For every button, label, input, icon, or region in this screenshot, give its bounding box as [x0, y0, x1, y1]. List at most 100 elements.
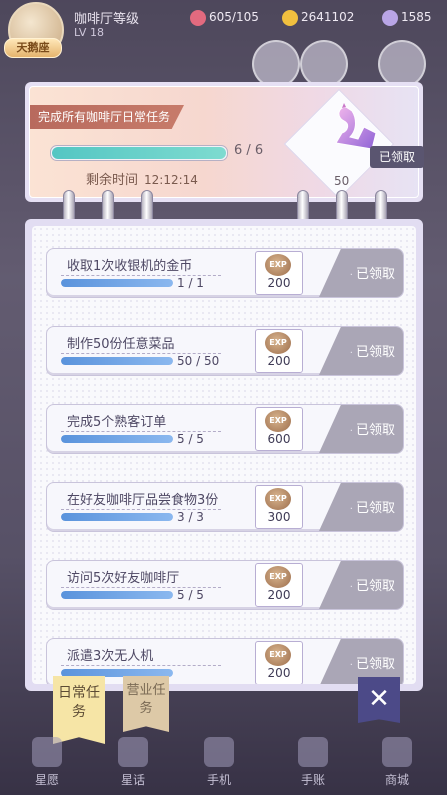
gold-coin-icon: [282, 9, 298, 26]
phone-icon: [204, 737, 234, 767]
notebook-icon: [298, 737, 328, 767]
rank-badge: 天鹅座: [4, 38, 62, 58]
achievement-icon[interactable]: [300, 40, 348, 88]
summary-panel: 完成所有咖啡厅日常任务 6 / 6 剩余时间 12:12:14 50 已领取: [29, 86, 424, 200]
nav-label: 商城: [384, 773, 409, 787]
claimed-status: · 已领取: [350, 263, 395, 282]
exp-reward: EXP 200: [255, 251, 303, 295]
star-talk-icon: [118, 737, 148, 767]
task-item: 制作50份任意菜品 50 / 50 EXP 200 · 已领取: [46, 326, 404, 376]
exp-coin-icon: EXP: [265, 332, 291, 354]
exp-reward: EXP 200: [255, 329, 303, 373]
task-progress-text: 3 / 3: [177, 510, 204, 524]
star-wish-icon: [32, 737, 62, 767]
exp-reward: EXP 200: [255, 563, 303, 607]
bottom-nav: 星愿 星话 手机 手账 商城: [0, 735, 447, 795]
resource-gem[interactable]: 1585: [382, 8, 432, 26]
task-progress-text: 5 / 5: [177, 588, 204, 602]
task-item: 完成5个熟客订单 5 / 5 EXP 600 · 已领取: [46, 404, 404, 454]
resource-gold[interactable]: 2641102: [282, 8, 354, 26]
task-name: 派遣3次无人机: [67, 649, 154, 664]
exp-amount: 200: [267, 666, 291, 680]
nav-notebook[interactable]: 手账: [278, 735, 348, 795]
task-name: 完成5个熟客订单: [67, 415, 167, 430]
claimed-label: 已领取: [355, 657, 395, 672]
exp-amount: 300: [267, 510, 291, 524]
task-name: 在好友咖啡厅品尝食物3份: [67, 493, 219, 508]
claimed-label: 已领取: [355, 579, 395, 594]
task-progress-bar: [61, 279, 173, 287]
remaining-time: 剩余时间 12:12:14: [86, 169, 198, 188]
nav-star-talk[interactable]: 星话: [98, 735, 168, 795]
shop-icon: [382, 737, 412, 767]
exp-reward: EXP 600: [255, 407, 303, 451]
top-bar: 天鹅座 咖啡厅等级 LV 18 605/105 2641102 1585: [0, 0, 447, 88]
shop-stall-icon[interactable]: [378, 40, 426, 88]
nav-label: 手账: [300, 773, 325, 787]
exp-amount: 600: [267, 432, 291, 446]
claimed-label: 已领取: [355, 423, 395, 438]
task-item: 在好友咖啡厅品尝食物3份 3 / 3 EXP 300 · 已领取: [46, 482, 404, 532]
nav-phone[interactable]: 手机: [184, 735, 254, 795]
gem-icon: [382, 9, 398, 26]
nav-shop[interactable]: 商城: [362, 735, 432, 795]
energy-icon: [190, 9, 206, 26]
task-progress-bar: [61, 435, 173, 443]
dot-icon: ·: [349, 660, 353, 671]
summary-title: 完成所有咖啡厅日常任务: [30, 105, 185, 129]
claimed-label: 已领取: [355, 501, 395, 516]
exp-coin-icon: EXP: [265, 254, 291, 276]
cafe-level-value: LV 18: [74, 26, 104, 39]
task-divider: [61, 665, 221, 666]
claimed-status: · 已领取: [350, 497, 395, 516]
exp-reward: EXP 300: [255, 485, 303, 529]
task-progress-text: 1 / 1: [177, 276, 204, 290]
dot-icon: ·: [349, 426, 353, 437]
friends-icon[interactable]: [252, 40, 300, 88]
task-board: 收取1次收银机的金币 1 / 1 EXP 200 · 已领取 制作50份任意菜品 5…: [25, 219, 423, 691]
gold-value: 2641102: [301, 10, 355, 24]
exp-coin-icon: EXP: [265, 566, 291, 588]
claimed-label: 已领取: [355, 345, 395, 360]
summary-progress-fill: [52, 147, 226, 159]
task-progress-fill: [61, 279, 173, 287]
remaining-time-label: 剩余时间: [86, 173, 139, 188]
summary-progress-bar: [50, 145, 228, 161]
daily-summary-card: 完成所有咖啡厅日常任务 6 / 6 剩余时间 12:12:14 50 已领取: [25, 82, 424, 202]
task-progress-text: 50 / 50: [177, 354, 220, 368]
reward-count: 50: [334, 174, 350, 188]
claimed-label: 已领取: [355, 267, 395, 282]
exp-coin-icon: EXP: [265, 488, 291, 510]
tab-business-tasks[interactable]: 营业任务: [123, 676, 169, 732]
task-progress-fill: [61, 435, 173, 443]
task-item: 访问5次好友咖啡厅 5 / 5 EXP 200 · 已领取: [46, 560, 404, 610]
claimed-status: · 已领取: [350, 575, 395, 594]
summary-progress-text: 6 / 6: [234, 143, 264, 158]
cafe-level-title: 咖啡厅等级: [74, 12, 140, 27]
gem-value: 1585: [401, 10, 432, 24]
task-name: 访问5次好友咖啡厅: [67, 571, 180, 586]
task-progress-bar: [61, 513, 173, 521]
task-progress-text: 5 / 5: [177, 432, 204, 446]
claimed-status: · 已领取: [350, 653, 395, 672]
task-progress-bar: [61, 669, 173, 677]
exp-amount: 200: [267, 276, 291, 290]
task-progress-fill: [61, 591, 173, 599]
dot-icon: ·: [349, 270, 353, 281]
nav-label: 星话: [120, 773, 145, 787]
energy-value: 605/105: [209, 10, 259, 24]
claimed-status: · 已领取: [350, 419, 395, 438]
dot-icon: ·: [349, 504, 353, 515]
tab-daily-tasks[interactable]: 日常任务: [53, 676, 105, 744]
exp-coin-icon: EXP: [265, 410, 291, 432]
exp-amount: 200: [267, 588, 291, 602]
close-button[interactable]: ✕: [358, 677, 400, 723]
exp-reward: EXP 200: [255, 641, 303, 684]
exp-coin-icon: EXP: [265, 644, 291, 666]
task-list[interactable]: 收取1次收银机的金币 1 / 1 EXP 200 · 已领取 制作50份任意菜品 5…: [32, 226, 416, 684]
resource-energy[interactable]: 605/105: [190, 8, 259, 26]
nav-label: 手机: [206, 773, 231, 787]
nav-star-wish[interactable]: 星愿: [12, 735, 82, 795]
task-progress-bar: [61, 591, 173, 599]
task-name: 制作50份任意菜品: [67, 337, 175, 352]
